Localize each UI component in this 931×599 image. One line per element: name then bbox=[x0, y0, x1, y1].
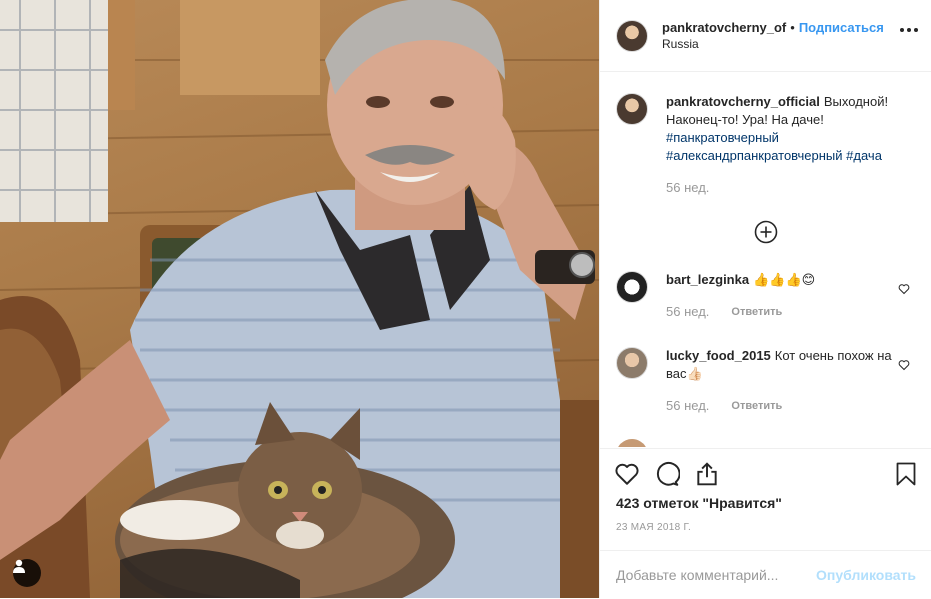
plus-circle-icon bbox=[754, 220, 778, 244]
comment-input[interactable] bbox=[616, 567, 817, 583]
commenter-avatar[interactable] bbox=[616, 271, 648, 303]
add-comment-form: Опубликовать bbox=[600, 550, 931, 599]
like-button[interactable] bbox=[614, 461, 640, 490]
instagram-post: pankratovcherny_of • Подписаться Russia … bbox=[0, 0, 931, 598]
like-comment-button[interactable] bbox=[898, 358, 910, 374]
more-horizontal-icon[interactable] bbox=[900, 28, 918, 32]
hashtag-link[interactable]: #панкратовчерный bbox=[666, 130, 779, 145]
follow-button[interactable]: Подписаться bbox=[799, 19, 884, 36]
caption: pankratovcherny_official Выходной! Наконе… bbox=[616, 93, 916, 197]
comment-text: 👍👍👍😊 bbox=[753, 272, 816, 287]
comment-time[interactable]: 56 нед. bbox=[666, 303, 709, 321]
share-icon bbox=[697, 462, 717, 486]
comment-time[interactable]: 56 нед. bbox=[666, 397, 709, 415]
comment-username[interactable]: lucky_food_2015 bbox=[666, 348, 771, 363]
save-button[interactable] bbox=[894, 461, 918, 490]
comments-list[interactable]: pankratovcherny_official Выходной! Наконе… bbox=[600, 73, 931, 447]
likes-count[interactable]: 423 отметок "Нравится" bbox=[616, 495, 782, 511]
post-side-panel: pankratovcherny_of • Подписаться Russia … bbox=[599, 0, 931, 598]
reply-button[interactable]: Ответить bbox=[731, 303, 782, 321]
person-icon bbox=[13, 559, 25, 573]
comment-username[interactable]: bart_lezginka bbox=[666, 272, 749, 287]
share-button[interactable] bbox=[694, 461, 720, 490]
author-username[interactable]: pankratovcherny_of bbox=[662, 19, 786, 36]
comment-button[interactable] bbox=[654, 461, 681, 490]
hashtag-link[interactable]: #александрпанкратовчерный bbox=[666, 148, 843, 163]
header-separator: • bbox=[790, 19, 795, 35]
caption-username[interactable]: pankratovcherny_official bbox=[666, 94, 820, 109]
photo-illustration bbox=[0, 0, 599, 598]
post-actions: 423 отметок "Нравится" 23 МАЯ 2018 Г. Оп… bbox=[600, 448, 931, 598]
bookmark-icon bbox=[896, 462, 916, 486]
commenter-avatar[interactable] bbox=[616, 347, 648, 379]
commenter-avatar[interactable] bbox=[616, 439, 648, 447]
comment-icon bbox=[656, 462, 681, 486]
heart-icon bbox=[615, 463, 639, 485]
comment-item: lucky_food_2015 Кот очень похож на вас👍🏻 … bbox=[616, 347, 916, 415]
post-location[interactable]: Russia bbox=[662, 36, 884, 53]
post-photo[interactable] bbox=[0, 0, 599, 598]
reply-button[interactable]: Ответить bbox=[731, 397, 782, 415]
post-header: pankratovcherny_of • Подписаться Russia bbox=[600, 0, 931, 72]
user-tag-button[interactable] bbox=[13, 559, 41, 587]
heart-icon bbox=[898, 284, 910, 295]
post-date[interactable]: 23 МАЯ 2018 Г. bbox=[616, 522, 691, 533]
load-more-comments-button[interactable] bbox=[754, 220, 778, 247]
caption-time[interactable]: 56 нед. bbox=[666, 179, 709, 197]
hashtag-link[interactable]: #дача bbox=[846, 148, 882, 163]
caption-author-avatar[interactable] bbox=[616, 93, 648, 125]
publish-button[interactable]: Опубликовать bbox=[816, 567, 916, 583]
author-avatar[interactable] bbox=[616, 19, 648, 52]
heart-icon bbox=[898, 360, 910, 371]
like-comment-button[interactable] bbox=[898, 282, 910, 298]
comment-item: bart_lezginka 👍👍👍😊 56 нед. Ответить bbox=[616, 271, 916, 321]
